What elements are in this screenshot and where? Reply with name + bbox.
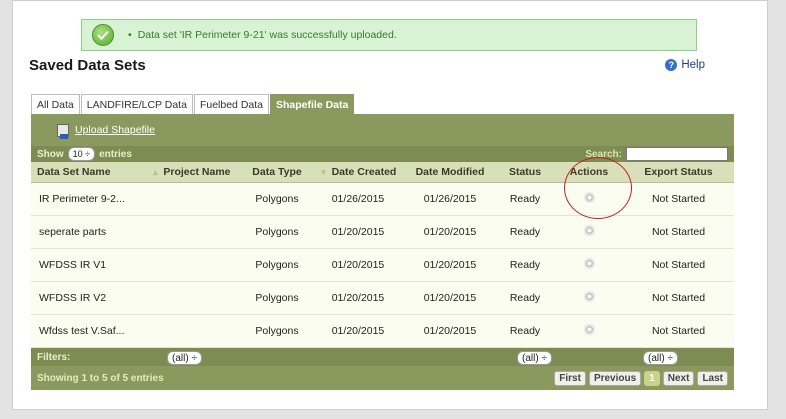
first-page-button[interactable]: First bbox=[554, 370, 586, 386]
cell-name: WFDSS IR V1 bbox=[31, 248, 139, 282]
table-footer: Showing 1 to 5 of 5 entries First Previo… bbox=[31, 366, 734, 390]
cell-export: Not Started bbox=[623, 182, 734, 216]
cell-actions bbox=[555, 248, 623, 282]
col-project-name[interactable]: ▲ Project Name bbox=[139, 162, 243, 183]
filters-bar: Filters: (all) ÷ (all) ÷ (all) ÷ bbox=[31, 348, 734, 366]
cell-created: 01/20/2015 bbox=[311, 281, 405, 315]
cell-actions bbox=[555, 314, 623, 348]
cell-type: Polygons bbox=[243, 281, 311, 315]
page-1-button[interactable]: 1 bbox=[644, 370, 660, 386]
checkmark-icon bbox=[92, 24, 114, 46]
search-area: Search: bbox=[585, 147, 734, 161]
entries-select[interactable]: 10 ÷ bbox=[67, 147, 96, 161]
cell-created: 01/26/2015 bbox=[311, 182, 405, 216]
cell-project bbox=[139, 248, 243, 282]
cell-project bbox=[139, 314, 243, 348]
table-row[interactable]: IR Perimeter 9-2... Polygons 01/26/2015 … bbox=[31, 182, 734, 216]
col-data-type[interactable]: Data Type bbox=[243, 162, 311, 183]
tab-landfire-lcp-data[interactable]: LANDFIRE/LCP Data bbox=[80, 94, 193, 114]
cell-status: Ready bbox=[495, 215, 555, 249]
cell-name: Wfdss test V.Saf... bbox=[31, 314, 139, 348]
alert-message: • Data set 'IR Perimeter 9-21' was succes… bbox=[128, 29, 397, 41]
entries-label: entries bbox=[99, 148, 132, 160]
show-label: Show bbox=[37, 148, 64, 160]
last-page-button[interactable]: Last bbox=[697, 370, 728, 386]
upload-bar: Upload Shapefile bbox=[31, 114, 734, 146]
cell-name: WFDSS IR V2 bbox=[31, 281, 139, 315]
cell-modified: 01/20/2015 bbox=[405, 314, 495, 348]
help-link[interactable]: ? Help bbox=[665, 59, 705, 71]
previous-page-button[interactable]: Previous bbox=[588, 370, 642, 386]
cell-modified: 01/20/2015 bbox=[405, 248, 495, 282]
table-row[interactable]: WFDSS IR V1 Polygons 01/20/2015 01/20/20… bbox=[31, 248, 734, 282]
gear-icon[interactable] bbox=[583, 225, 595, 236]
col-data-set-name[interactable]: Data Set Name bbox=[31, 162, 139, 183]
datasets-table: Data Set Name ▲ Project Name Data Type ▼ D… bbox=[31, 162, 734, 348]
table-row[interactable]: Wfdss test V.Saf... Polygons 01/20/2015 … bbox=[31, 314, 734, 348]
cell-export: Not Started bbox=[623, 281, 734, 315]
cell-name: seperate parts bbox=[31, 215, 139, 249]
page-title: Saved Data Sets bbox=[29, 57, 146, 74]
tab-all-data[interactable]: All Data bbox=[31, 94, 80, 114]
cell-export: Not Started bbox=[623, 314, 734, 348]
tab-fuelbed-data[interactable]: Fuelbed Data bbox=[193, 94, 269, 114]
gear-icon[interactable] bbox=[583, 192, 595, 203]
cell-modified: 01/20/2015 bbox=[405, 281, 495, 315]
gear-icon[interactable] bbox=[583, 291, 595, 302]
search-input[interactable] bbox=[626, 147, 728, 161]
gear-icon[interactable] bbox=[583, 324, 595, 335]
upload-icon bbox=[57, 123, 69, 139]
col-date-modified[interactable]: Date Modified bbox=[405, 162, 495, 183]
cell-actions bbox=[555, 182, 623, 216]
export-filter-select[interactable]: (all) ÷ bbox=[643, 351, 678, 365]
sort-icon: ▲ bbox=[151, 168, 160, 177]
cell-export: Not Started bbox=[623, 215, 734, 249]
cell-created: 01/20/2015 bbox=[311, 314, 405, 348]
col-date-created[interactable]: ▼ Date Created bbox=[311, 162, 405, 183]
col-actions: Actions bbox=[555, 162, 623, 183]
tab-shapefile-data[interactable]: Shapefile Data bbox=[270, 94, 355, 114]
cell-type: Polygons bbox=[243, 182, 311, 216]
page-container: • Data set 'IR Perimeter 9-21' was succes… bbox=[12, 0, 768, 410]
cell-status: Ready bbox=[495, 314, 555, 348]
cell-name: IR Perimeter 9-2... bbox=[31, 182, 139, 216]
cell-created: 01/20/2015 bbox=[311, 248, 405, 282]
table-controls: Show 10 ÷ entries Search: bbox=[31, 146, 734, 162]
search-label: Search: bbox=[585, 148, 622, 160]
next-page-button[interactable]: Next bbox=[662, 370, 695, 386]
shapefile-panel: Upload Shapefile Show 10 ÷ entries Searc… bbox=[31, 114, 734, 390]
cell-project bbox=[139, 182, 243, 216]
sort-desc-icon: ▼ bbox=[319, 168, 328, 177]
pagination: First Previous 1 Next Last bbox=[554, 370, 728, 386]
cell-type: Polygons bbox=[243, 248, 311, 282]
help-label: Help bbox=[681, 59, 705, 71]
cell-modified: 01/26/2015 bbox=[405, 182, 495, 216]
cell-modified: 01/20/2015 bbox=[405, 215, 495, 249]
help-icon: ? bbox=[665, 59, 678, 71]
data-tabs: All Data LANDFIRE/LCP Data Fuelbed Data … bbox=[31, 94, 355, 114]
cell-type: Polygons bbox=[243, 314, 311, 348]
gear-icon[interactable] bbox=[583, 258, 595, 269]
col-export-status[interactable]: Export Status bbox=[623, 162, 734, 183]
project-filter-select[interactable]: (all) ÷ bbox=[167, 351, 202, 365]
entries-info: Showing 1 to 5 of 5 entries bbox=[37, 372, 164, 384]
table-row[interactable]: seperate parts Polygons 01/20/2015 01/20… bbox=[31, 215, 734, 249]
cell-actions bbox=[555, 215, 623, 249]
cell-project bbox=[139, 281, 243, 315]
cell-type: Polygons bbox=[243, 215, 311, 249]
success-alert: • Data set 'IR Perimeter 9-21' was succes… bbox=[81, 19, 697, 51]
cell-status: Ready bbox=[495, 248, 555, 282]
cell-status: Ready bbox=[495, 281, 555, 315]
filters-label: Filters: bbox=[37, 351, 71, 363]
cell-export: Not Started bbox=[623, 248, 734, 282]
cell-created: 01/20/2015 bbox=[311, 215, 405, 249]
cell-status: Ready bbox=[495, 182, 555, 216]
cell-actions bbox=[555, 281, 623, 315]
table-row[interactable]: WFDSS IR V2 Polygons 01/20/2015 01/20/20… bbox=[31, 281, 734, 315]
upload-shapefile-link[interactable]: Upload Shapefile bbox=[75, 124, 155, 136]
col-status[interactable]: Status bbox=[495, 162, 555, 183]
status-filter-select[interactable]: (all) ÷ bbox=[517, 351, 552, 365]
cell-project bbox=[139, 215, 243, 249]
